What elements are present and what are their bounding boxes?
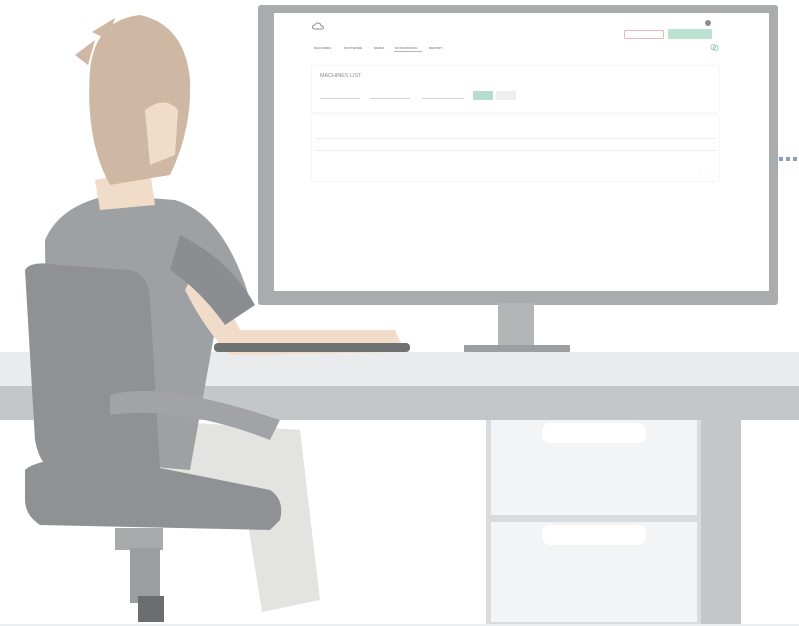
page-title: MACHINES LIST <box>320 73 362 79</box>
chevron-right-icon[interactable]: › <box>706 168 707 173</box>
filter-card <box>312 66 719 112</box>
nav-media[interactable]: MEDIA <box>374 46 384 50</box>
search-input[interactable] <box>422 92 464 99</box>
chevron-left-icon[interactable]: ‹ <box>699 168 700 173</box>
monitor-screen: MACHINES SOFTWARE MEDIA DATASOURCE REPOR… <box>274 13 769 291</box>
region-field[interactable] <box>370 92 410 99</box>
primary-action-button[interactable] <box>668 29 712 39</box>
secondary-action-button[interactable] <box>624 30 664 39</box>
gear-icon[interactable] <box>705 20 711 26</box>
table-row-divider <box>316 138 716 139</box>
location-field[interactable] <box>320 92 360 99</box>
machines-table <box>312 115 719 181</box>
nav-machines[interactable]: MACHINES <box>314 46 331 50</box>
cloud-icon <box>312 22 324 30</box>
chat-bubbles-icon[interactable] <box>710 44 719 51</box>
table-row-divider <box>316 150 716 151</box>
nav-datasource[interactable]: DATASOURCE <box>395 46 417 50</box>
search-button[interactable] <box>473 91 493 100</box>
nav-software[interactable]: SOFTWARE <box>344 46 362 50</box>
active-tab-indicator <box>394 51 422 52</box>
nav-report[interactable]: REPORT <box>429 46 443 50</box>
cable-dots <box>779 157 797 161</box>
reset-button[interactable] <box>496 91 516 100</box>
